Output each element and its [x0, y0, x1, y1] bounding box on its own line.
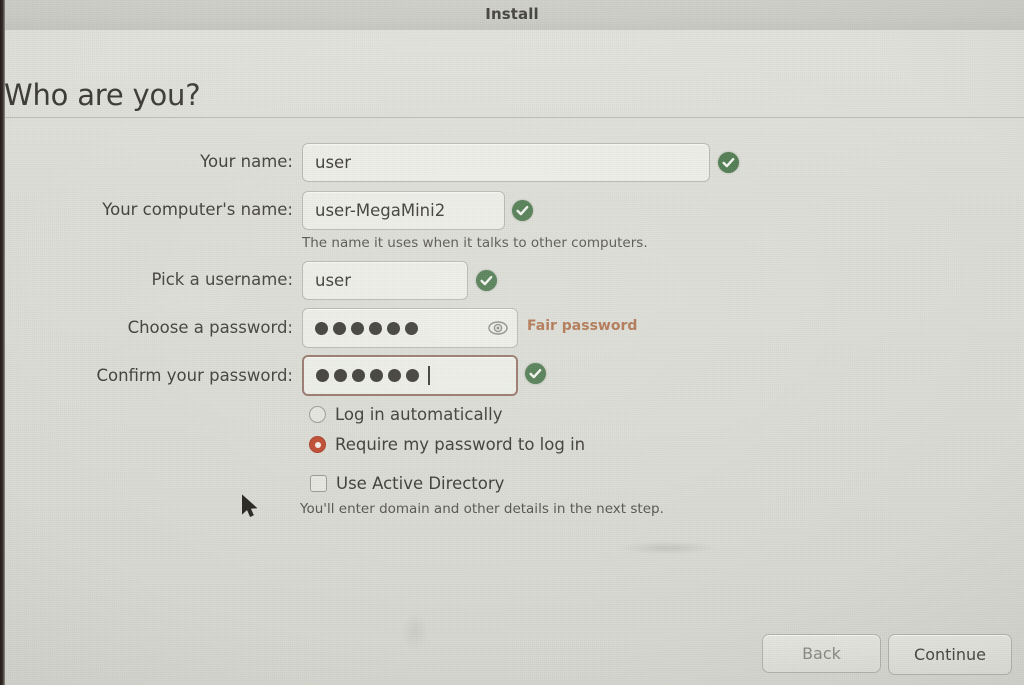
computer-name-check-circle-icon: [512, 200, 533, 221]
continue-button[interactable]: Continue: [888, 634, 1012, 675]
input-your-name[interactable]: user: [302, 143, 710, 182]
active-directory-hint: You'll enter domain and other details in…: [300, 501, 664, 517]
back-button[interactable]: Back: [762, 634, 881, 673]
input-confirm-password[interactable]: [302, 355, 518, 396]
page-title: Who are you?: [4, 78, 201, 112]
label-confirm-password: Confirm your password:: [96, 366, 293, 385]
radio-log-in-automatically[interactable]: Log in automatically: [309, 405, 503, 424]
radio-require-password[interactable]: Require my password to log in: [309, 435, 585, 454]
radio-require-password-label: Require my password to log in: [335, 435, 586, 454]
monitor-bezel-edge: [0, 0, 5, 685]
input-your-name-value: user: [315, 153, 351, 172]
radio-log-in-automatically-label: Log in automatically: [335, 405, 503, 424]
confirm-password-check-circle-icon: [525, 363, 546, 384]
username-check-circle-icon: [476, 270, 497, 291]
input-username-value: user: [315, 271, 351, 290]
input-computer-name-value: user-MegaMini2: [315, 201, 446, 220]
photographed-screen: Install Who are you? Your name: user You…: [0, 0, 1024, 685]
installer-content: Who are you? Your name: user Your comput…: [0, 30, 1024, 685]
checkbox-use-active-directory-label: Use Active Directory: [336, 474, 505, 493]
window-titlebar: Install: [0, 0, 1024, 31]
checkbox-use-active-directory[interactable]: Use Active Directory: [310, 474, 504, 493]
input-computer-name[interactable]: user-MegaMini2: [302, 191, 505, 230]
input-username[interactable]: user: [302, 261, 468, 300]
label-your-name: Your name:: [200, 152, 293, 171]
checkbox-square-icon: [310, 475, 327, 492]
password-reveal-eye-icon[interactable]: [487, 317, 509, 339]
label-password: Choose a password:: [127, 318, 293, 337]
label-computer-name: Your computer's name:: [102, 200, 293, 219]
password-masked-dots: [315, 309, 418, 347]
continue-button-label: Continue: [914, 645, 986, 664]
header-divider: [0, 117, 1024, 118]
radio-circle-selected-icon: [309, 436, 326, 453]
window-title: Install: [485, 5, 539, 23]
radio-circle-icon: [309, 406, 326, 423]
password-strength-label: Fair password: [527, 318, 638, 334]
text-caret: [428, 366, 430, 385]
input-password[interactable]: [302, 308, 518, 348]
computer-name-hint: The name it uses when it talks to other …: [302, 235, 648, 251]
your-name-check-circle-icon: [718, 152, 739, 173]
label-username: Pick a username:: [151, 270, 293, 289]
back-button-label: Back: [802, 644, 841, 663]
confirm-password-masked-dots: [316, 357, 430, 394]
